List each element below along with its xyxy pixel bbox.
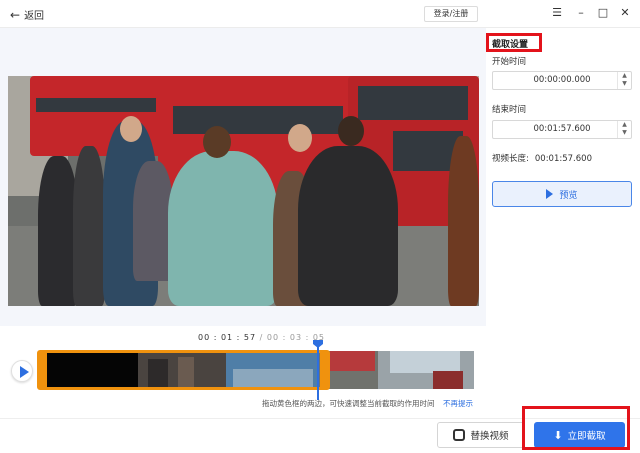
video-duration: 视频长度: 00:01:57.600 — [492, 152, 592, 164]
replace-icon — [453, 429, 466, 441]
end-time-value: 00:01:57.600 — [533, 124, 591, 134]
arrow-left-icon: ← — [10, 7, 21, 22]
trim-hint: 拖动黄色框的两边，可快速调整当前截取的作用时间 — [262, 399, 435, 408]
start-time-spinner[interactable]: ▲ ▼ — [617, 72, 631, 89]
end-time-input[interactable]: 00:01:57.600 ▲ ▼ — [492, 120, 632, 139]
current-time: 00 : 01 : 57 — [198, 333, 257, 342]
highlight-box-title — [486, 33, 542, 52]
timeline-area: 00 : 01 : 57 / 00 : 03 : 05 拖动黄色框的两边，可快速… — [0, 326, 486, 418]
play-icon — [20, 366, 29, 378]
preview-button[interactable]: 预览 — [492, 181, 632, 207]
timecode: 00 : 01 : 57 / 00 : 03 : 05 — [198, 333, 325, 342]
back-label: 返回 — [24, 11, 45, 22]
duration-label: 视频长度: — [492, 154, 529, 164]
preview-label: 预览 — [559, 190, 578, 201]
dismiss-hint-link[interactable]: 不再提示 — [443, 398, 473, 409]
end-time-label: 结束时间 — [492, 105, 527, 115]
video-preview-panel — [0, 28, 486, 326]
video-frame[interactable] — [8, 76, 479, 306]
title-bar: ← 返回 登录/注册 ☰ – □ ✕ — [0, 0, 640, 28]
back-button[interactable]: ← 返回 — [10, 7, 45, 23]
end-time-spinner[interactable]: ▲ ▼ — [617, 121, 631, 138]
login-register-button[interactable]: 登录/注册 — [424, 6, 478, 22]
start-time-label: 开始时间 — [492, 57, 527, 67]
maximize-icon[interactable]: □ — [596, 6, 610, 20]
trim-selection[interactable] — [37, 350, 330, 390]
minimize-icon[interactable]: – — [574, 6, 588, 20]
start-time-input[interactable]: 00:00:00.000 ▲ ▼ — [492, 71, 632, 90]
close-icon[interactable]: ✕ — [618, 6, 632, 20]
menu-icon[interactable]: ☰ — [550, 6, 564, 20]
timeline-play-button[interactable] — [11, 360, 33, 382]
playhead[interactable] — [317, 340, 319, 400]
replace-video-button[interactable]: 替换视频 — [437, 422, 525, 448]
duration-value: 00:01:57.600 — [534, 154, 592, 164]
highlight-box-export — [522, 406, 630, 450]
start-time-value: 00:00:00.000 — [533, 75, 591, 85]
settings-panel: 截取设置 开始时间 00:00:00.000 ▲ ▼ 结束时间 00:01:57.… — [486, 28, 640, 418]
replace-label: 替换视频 — [470, 431, 509, 442]
play-icon — [546, 189, 554, 199]
playhead-handle[interactable] — [313, 340, 323, 348]
